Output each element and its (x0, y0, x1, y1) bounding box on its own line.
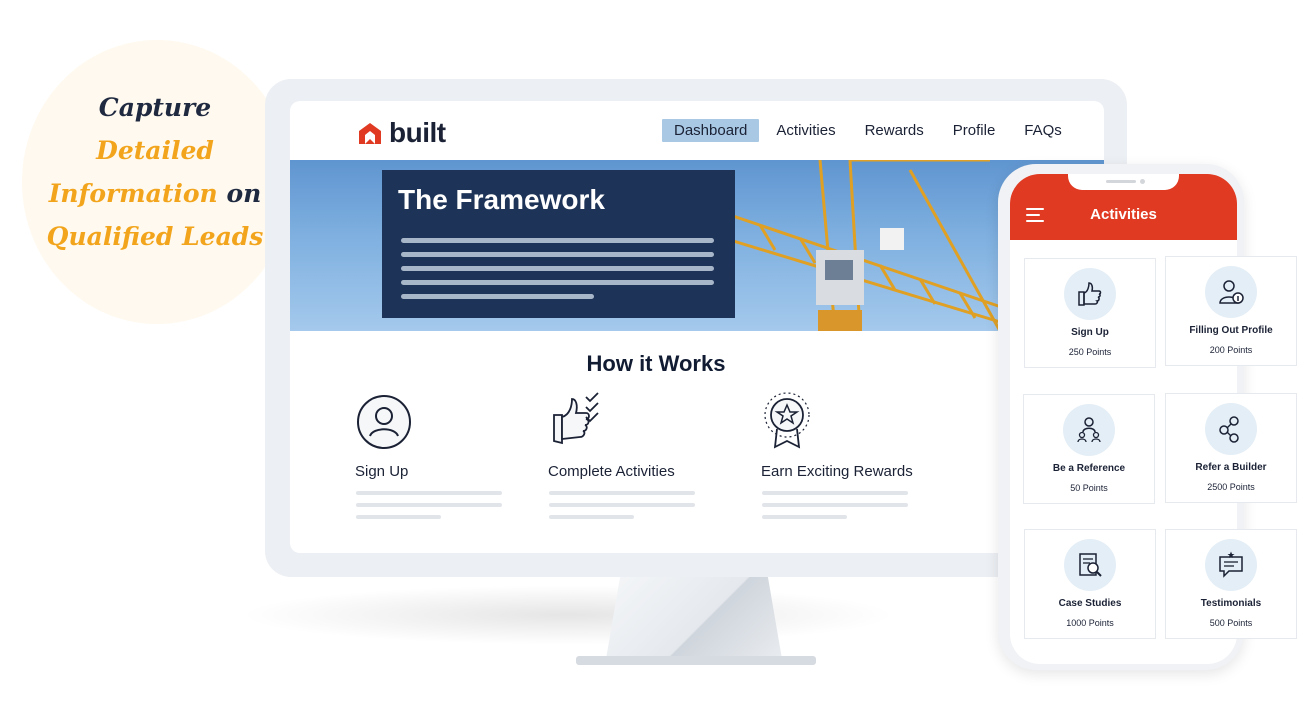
step-text-line (549, 503, 695, 507)
card-points: 500 Points (1209, 618, 1253, 628)
main-nav: Dashboard Activities Rewards Profile FAQ… (662, 119, 1079, 142)
card-icon-circle (1205, 266, 1257, 318)
monitor-shadow (238, 585, 898, 645)
activity-card-testimonials[interactable]: Testimonials 500 Points (1165, 529, 1297, 639)
activity-card-case-studies[interactable]: Case Studies 1000 Points (1024, 529, 1156, 639)
card-title: Refer a Builder (1195, 462, 1267, 473)
user-circle-icon (357, 395, 411, 449)
card-icon-circle (1064, 539, 1116, 591)
card-title: Sign Up (1071, 327, 1109, 338)
headline-line-1: Capture (98, 93, 212, 122)
front-camera (1140, 179, 1145, 184)
step-label: Earn Exciting Rewards (761, 463, 913, 480)
monitor-stand-base (576, 656, 816, 665)
hero-card: The Framework (382, 170, 735, 318)
nav-dashboard[interactable]: Dashboard (662, 119, 760, 142)
card-title: Testimonials (1200, 598, 1262, 609)
built-logo-icon (359, 123, 381, 144)
headline-line-4: Qualified Leads (46, 222, 264, 251)
hero-text-line (401, 294, 594, 299)
thumbs-up-icon (1078, 282, 1102, 306)
card-title: Filling Out Profile (1189, 325, 1273, 336)
speaker-grille (1106, 180, 1136, 183)
card-icon-circle (1205, 403, 1257, 455)
site-logo[interactable]: built (357, 117, 446, 149)
reference-person-icon (1077, 417, 1101, 443)
step-label: Sign Up (355, 463, 409, 480)
card-points: 1000 Points (1066, 618, 1114, 628)
step-text-line (549, 515, 634, 519)
step-text-line (762, 491, 908, 495)
thumbs-up-checklist-icon (553, 392, 599, 445)
phone-notch (1068, 174, 1179, 190)
nav-profile[interactable]: Profile (941, 119, 1008, 142)
activity-card-filling-out-profile[interactable]: Filling Out Profile 200 Points (1165, 256, 1297, 366)
headline: Capture Detailed Information on Qualifie… (22, 86, 288, 258)
card-icon-circle (1063, 404, 1115, 456)
step-text-line (762, 503, 908, 507)
card-points: 50 Points (1070, 483, 1108, 493)
hero-text-line (401, 238, 714, 243)
phone-header: Activities (1010, 174, 1237, 240)
case-study-document-icon (1079, 553, 1102, 577)
nav-rewards[interactable]: Rewards (853, 119, 936, 142)
headline-line-3-dark: on (217, 179, 262, 208)
step-text-line (762, 515, 847, 519)
activity-card-refer-a-builder[interactable]: Refer a Builder 2500 Points (1165, 393, 1297, 503)
step-text-line (356, 491, 502, 495)
referral-network-icon (1219, 416, 1239, 443)
card-title: Be a Reference (1052, 463, 1126, 474)
step-label: Complete Activities (548, 463, 675, 480)
hero-text-line (401, 280, 714, 285)
award-badge-icon (764, 392, 810, 449)
headline-line-3-gold: Information (48, 179, 218, 208)
headline-line-3: Information on (22, 172, 288, 215)
monitor-screen: built Dashboard Activities Rewards Profi… (290, 101, 1104, 553)
activity-card-be-a-reference[interactable]: Be a Reference 50 Points (1023, 394, 1155, 504)
nav-faqs[interactable]: FAQs (1012, 119, 1074, 142)
headline-line-2: Detailed (96, 136, 214, 165)
card-icon-circle (1064, 268, 1116, 320)
monitor-stand (606, 577, 782, 659)
hero-text-line (401, 252, 714, 257)
nav-activities[interactable]: Activities (764, 119, 847, 142)
hero-title: The Framework (398, 184, 605, 215)
step-text-line (549, 491, 695, 495)
testimonial-chat-icon (1219, 551, 1243, 578)
card-points: 250 Points (1068, 347, 1112, 357)
logo-text: built (389, 117, 446, 148)
step-text-line (356, 503, 502, 507)
activity-card-sign-up[interactable]: Sign Up 250 Points (1024, 258, 1156, 368)
step-text-line (356, 515, 441, 519)
card-points: 2500 Points (1207, 482, 1255, 492)
how-it-works-title: How it Works (586, 351, 726, 376)
hero-banner: The Framework (290, 160, 1104, 331)
card-title: Case Studies (1058, 598, 1122, 609)
card-icon-circle (1205, 539, 1257, 591)
hero-text-line (401, 266, 714, 271)
profile-info-icon (1219, 280, 1244, 304)
phone-title: Activities (1090, 206, 1157, 223)
card-points: 200 Points (1209, 345, 1253, 355)
